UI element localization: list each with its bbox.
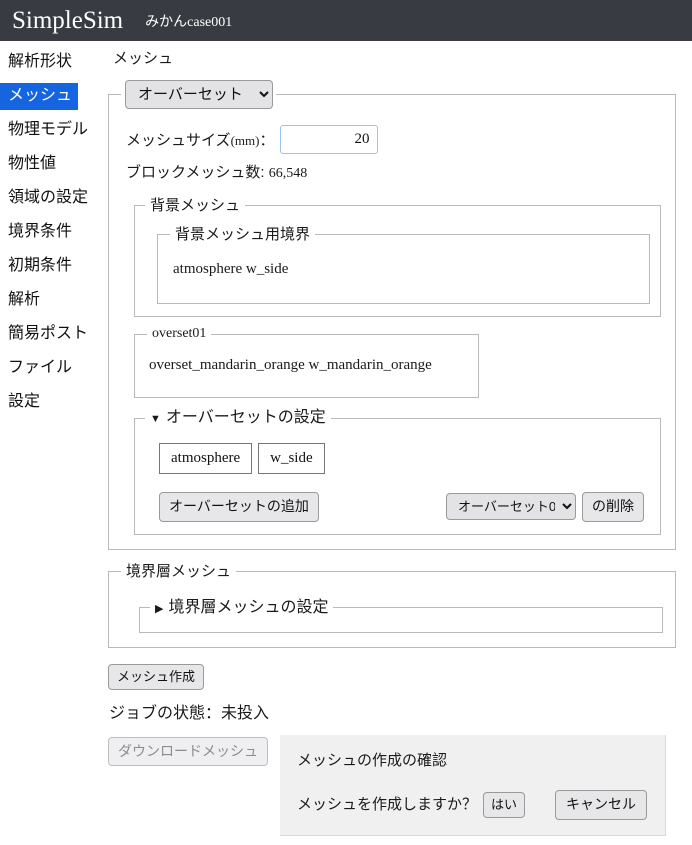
delete-overset-button[interactable]: の削除 (582, 492, 644, 522)
sidebar-item-initial-conditions[interactable]: 初期条件 (0, 253, 78, 280)
sidebar-item-file[interactable]: ファイル (0, 355, 78, 382)
overset-settings-legend-label: オーバーセットの設定 (165, 409, 326, 426)
boundary-layer-mesh-legend: 境界層メッシュ (126, 562, 232, 580)
app-brand: SimpleSim (12, 7, 124, 34)
overset-settings-legend[interactable]: ▼ オーバーセットの設定 (145, 410, 331, 426)
background-mesh-boundary-patches: atmosphere w_side (173, 261, 289, 277)
background-mesh-boundary-legend: 背景メッシュ用境界 (175, 226, 311, 243)
sidebar-item-mesh[interactable]: メッシュ (0, 83, 79, 110)
sidebar-item-analysis[interactable]: 解析 (0, 287, 46, 314)
mesh-mode-select[interactable]: オーバーセット (125, 80, 273, 109)
block-mesh-count-separator: : (260, 164, 269, 181)
mesh-size-unit: (mm) (230, 133, 260, 148)
confirm-yes-button[interactable]: はい (483, 791, 526, 818)
mesh-size-input[interactable] (280, 125, 379, 154)
sidebar-item-boundary-conditions[interactable]: 境界条件 (0, 219, 78, 246)
app-body: 解析形状 メッシュ 物理モデル 物性値 領域の設定 境界条件 初期条件 解析 簡… (0, 41, 692, 845)
overset-patch-chip[interactable]: atmosphere (159, 443, 253, 474)
project-name: みかん (145, 12, 188, 29)
overset-patch-chip[interactable]: w_side (258, 443, 325, 474)
page-title: メッシュ (113, 50, 174, 67)
mesh-size-separator: ： (259, 132, 275, 149)
boundary-layer-settings-panel: ▶ 境界層メッシュの設定 (139, 598, 663, 633)
overset-delete-select[interactable]: オーバーセット01 (446, 493, 576, 521)
triangle-down-icon[interactable]: ▼ (150, 414, 161, 425)
overset01-panel: overset01 overset_mandarin_orange w_mand… (134, 327, 479, 398)
main-content: メッシュ オーバーセット メッシュサイズ(mm)： ブロックメッシュ数: 66,… (105, 41, 692, 767)
sidebar-item-material-properties[interactable]: 物性値 (0, 151, 62, 178)
mesh-mode-panel: オーバーセット メッシュサイズ(mm)： ブロックメッシュ数: 66,548 背… (108, 80, 676, 550)
confirm-dialog-title: メッシュの作成の確認 (297, 752, 448, 769)
sidebar-item-simple-post[interactable]: 簡易ポスト (0, 321, 94, 348)
job-status-text: ジョブの状態：未投入 (109, 704, 270, 722)
block-mesh-count-value: 66,548 (268, 166, 308, 181)
background-mesh-panel: 背景メッシュ 背景メッシュ用境界 atmosphere w_side (134, 198, 661, 317)
overset-patch-chip-row: atmosphere w_side (159, 443, 650, 474)
confirm-dialog-row: メッシュを作成しますか？ はい キャンセル (297, 790, 665, 820)
sidebar-item-physics-model[interactable]: 物理モデル (0, 117, 94, 144)
boundary-layer-settings-legend[interactable]: ▶ 境界層メッシュの設定 (150, 598, 333, 616)
overset-settings-panel: ▼ オーバーセットの設定 atmosphere w_side オーバーセットの追加… (134, 410, 661, 535)
sidebar-item-settings[interactable]: 設定 (0, 389, 46, 416)
sidebar-item-region-settings[interactable]: 領域の設定 (0, 185, 94, 212)
mesh-mode-legend: オーバーセット (121, 80, 276, 109)
case-id: case001 (187, 14, 233, 30)
confirm-cancel-button[interactable]: キャンセル (555, 790, 648, 820)
confirm-dialog-question: メッシュを作成しますか？ (297, 796, 478, 814)
boundary-layer-mesh-panel: 境界層メッシュ ▶ 境界層メッシュの設定 (108, 562, 676, 648)
background-mesh-legend: 背景メッシュ (150, 197, 241, 214)
confirm-dialog: メッシュの作成の確認 メッシュを作成しますか？ はい キャンセル (280, 735, 666, 836)
boundary-layer-settings-label: 境界層メッシュの設定 (168, 598, 329, 616)
sidebar: 解析形状 メッシュ 物理モデル 物性値 領域の設定 境界条件 初期条件 解析 簡… (0, 41, 105, 423)
block-mesh-count-label: ブロックメッシュ数 (126, 164, 261, 181)
triangle-right-icon[interactable]: ▶ (155, 603, 163, 615)
mesh-size-row: メッシュサイズ(mm)： (126, 125, 663, 154)
mesh-size-label-text: メッシュサイズ (126, 132, 231, 149)
create-mesh-button[interactable]: メッシュ作成 (108, 663, 205, 690)
overset01-legend: overset01 (152, 326, 207, 341)
mesh-size-label: メッシュサイズ(mm)： (126, 129, 274, 150)
app-header: SimpleSim みかんcase001 (0, 0, 692, 41)
background-mesh-boundary-panel: 背景メッシュ用境界 atmosphere w_side (157, 227, 650, 304)
overset01-patches: overset_mandarin_orange w_mandarin_orang… (149, 357, 432, 373)
overset-action-row: オーバーセットの追加 オーバーセット01 の削除 (159, 492, 644, 522)
download-mesh-button: ダウンロードメッシュ (108, 736, 268, 767)
add-overset-button[interactable]: オーバーセットの追加 (159, 492, 319, 522)
block-mesh-count-row: ブロックメッシュ数: 66,548 (126, 161, 663, 182)
case-label: みかんcase001 (145, 11, 232, 31)
sidebar-item-shape[interactable]: 解析形状 (0, 49, 78, 76)
